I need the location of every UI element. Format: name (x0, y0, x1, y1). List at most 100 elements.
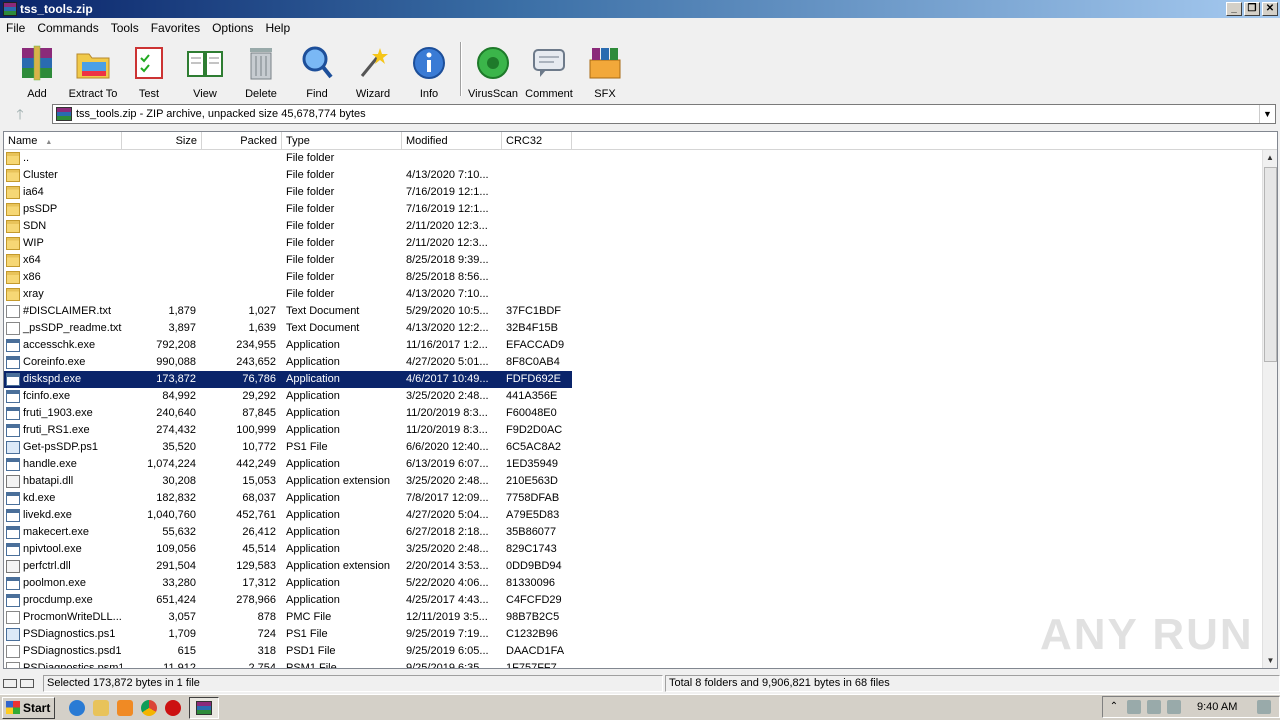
file-row[interactable]: Get-psSDP.ps1 35,520 10,772 PS1 File 6/6/202… (4, 439, 1264, 456)
opera-icon[interactable] (165, 699, 181, 716)
taskbar-winrar-button[interactable] (189, 696, 219, 719)
file-row[interactable]: x64 File folder 8/25/2018 9:39... (4, 252, 1264, 269)
toolbar-label: Info (419, 88, 439, 100)
file-name-cell: _psSDP_readme.txt (4, 320, 122, 337)
folder-icon (6, 186, 20, 199)
toolbar-find-button[interactable]: Find (289, 38, 345, 100)
file-packed: 129,583 (236, 560, 276, 572)
menu-commands[interactable]: Commands (31, 21, 104, 35)
column-size[interactable]: Size (122, 132, 202, 150)
column-name[interactable]: Name ▲ (4, 132, 122, 150)
close-button[interactable]: ✕ (1262, 2, 1278, 16)
address-dropdown-button[interactable]: ▼ (1259, 105, 1275, 123)
toolbar-sfx-button[interactable]: SFX (577, 38, 633, 100)
start-button[interactable]: Start (2, 696, 55, 719)
volume-icon[interactable] (1127, 700, 1141, 714)
file-row[interactable]: #DISCLAIMER.txt 1,879 1,027 Text Document 5/… (4, 303, 1264, 320)
menu-tools[interactable]: Tools (105, 21, 145, 35)
file-row[interactable]: Cluster File folder 4/13/2020 7:10... (4, 167, 1264, 184)
scroll-down-button[interactable]: ▼ (1263, 653, 1277, 668)
file-packed: 26,412 (242, 526, 276, 538)
toolbar-extract-to-button[interactable]: Extract To (65, 38, 121, 100)
file-row[interactable]: procdump.exe 651,424 278,966 Application 4/2… (4, 592, 1264, 609)
internet-explorer-icon[interactable] (69, 699, 85, 716)
file-packed: 68,037 (242, 492, 276, 504)
menu-file[interactable]: File (0, 21, 31, 35)
file-row[interactable]: .. File folder (4, 150, 1264, 167)
file-row[interactable]: diskspd.exe 173,872 76,786 Application 4/6/2… (4, 371, 1264, 388)
restore-button[interactable]: ❐ (1244, 2, 1260, 16)
toolbar-comment-button[interactable]: Comment (521, 38, 577, 100)
file-packed: 452,761 (236, 509, 276, 521)
file-row[interactable]: livekd.exe 1,040,760 452,761 Application 4/2… (4, 507, 1264, 524)
file-row[interactable]: fcinfo.exe 84,992 29,292 Application 3/25/20… (4, 388, 1264, 405)
toolbar-delete-button[interactable]: Delete (233, 38, 289, 100)
file-row[interactable]: perfctrl.dll 291,504 129,583 Application ex… (4, 558, 1264, 575)
column-modified[interactable]: Modified (402, 132, 502, 150)
file-row[interactable]: x86 File folder 8/25/2018 8:56... (4, 269, 1264, 286)
file-modified: 7/8/2017 12:09... (406, 492, 489, 504)
chrome-icon[interactable] (141, 699, 157, 716)
file-list[interactable]: Name ▲ Size Packed Type Modified CRC32 ..… (3, 131, 1278, 669)
vertical-scrollbar[interactable]: ▲ ▼ (1262, 150, 1277, 668)
up-folder-button[interactable]: 🡑 (0, 103, 40, 125)
key-icon[interactable] (20, 679, 34, 688)
file-row[interactable]: npivtool.exe 109,056 45,514 Application 3/25… (4, 541, 1264, 558)
file-crc32: FDFD692E (502, 371, 572, 388)
file-row[interactable]: WIP File folder 2/11/2020 12:3... (4, 235, 1264, 252)
file-modified: 6/6/2020 12:40... (406, 441, 489, 453)
file-row[interactable]: kd.exe 182,832 68,037 Application 7/8/2017 1… (4, 490, 1264, 507)
toolbar-info-button[interactable]: Info (401, 38, 457, 100)
media-player-icon[interactable] (117, 699, 133, 716)
file-row[interactable]: fruti_1903.exe 240,640 87,845 Application 11… (4, 405, 1264, 422)
file-size: 274,432 (156, 424, 196, 436)
file-row[interactable]: psSDP File folder 7/16/2019 12:1... (4, 201, 1264, 218)
file-row[interactable]: accesschk.exe 792,208 234,955 Application 11… (4, 337, 1264, 354)
scroll-thumb[interactable] (1264, 167, 1277, 362)
address-bar[interactable]: tss_tools.zip - ZIP archive, unpacked si… (52, 104, 1276, 124)
show-desktop-icon[interactable] (1257, 700, 1272, 714)
file-row[interactable]: Coreinfo.exe 990,088 243,652 Application 4/2… (4, 354, 1264, 371)
file-modified: 4/25/2017 4:43... (406, 594, 489, 606)
file-row[interactable]: poolmon.exe 33,280 17,312 Application 5/22/2… (4, 575, 1264, 592)
file-name-cell: hbatapi.dll (4, 473, 122, 490)
file-name: perfctrl.dll (23, 560, 71, 572)
file-row[interactable]: ia64 File folder 7/16/2019 12:1... (4, 184, 1264, 201)
file-row[interactable]: hbatapi.dll 30,208 15,053 Application exten… (4, 473, 1264, 490)
menu-favorites[interactable]: Favorites (145, 21, 206, 35)
scroll-up-button[interactable]: ▲ (1263, 150, 1277, 165)
column-crc32[interactable]: CRC32 (502, 132, 572, 150)
toolbar-virusscan-button[interactable]: VirusScan (465, 38, 521, 100)
file-row[interactable]: PSDiagnostics.psm1 11,912 2,754 PSM1 File 9/… (4, 660, 1264, 668)
toolbar-wizard-button[interactable]: Wizard (345, 38, 401, 100)
drive-icon[interactable] (3, 679, 17, 688)
explorer-folder-icon[interactable] (93, 699, 109, 716)
window-title: tss_tools.zip (20, 2, 93, 16)
action-center-flag-icon[interactable] (1167, 700, 1181, 714)
file-modified: 8/25/2018 8:56... (406, 271, 489, 283)
show-hidden-icons-button[interactable]: ⌃ (1107, 700, 1121, 714)
file-type: Application (286, 390, 340, 402)
file-name: x86 (23, 271, 41, 283)
file-size: 1,040,760 (147, 509, 196, 521)
file-row[interactable]: SDN File folder 2/11/2020 12:3... (4, 218, 1264, 235)
column-packed[interactable]: Packed (202, 132, 282, 150)
toolbar-view-button[interactable]: View (177, 38, 233, 100)
file-row[interactable]: xray File folder 4/13/2020 7:10... (4, 286, 1264, 303)
minimize-button[interactable]: _ (1226, 2, 1242, 16)
wizard-icon (354, 44, 392, 82)
menu-options[interactable]: Options (206, 21, 259, 35)
toolbar-add-button[interactable]: Add (9, 38, 65, 100)
clock[interactable]: 9:40 AM (1197, 701, 1237, 713)
toolbar-test-button[interactable]: Test (121, 38, 177, 100)
file-name-cell: handle.exe (4, 456, 122, 473)
file-name-cell: poolmon.exe (4, 575, 122, 592)
file-row[interactable]: _psSDP_readme.txt 3,897 1,639 Text Document… (4, 320, 1264, 337)
column-type[interactable]: Type (282, 132, 402, 150)
winrar-icon[interactable] (3, 2, 17, 16)
network-icon[interactable] (1147, 700, 1161, 714)
file-row[interactable]: fruti_RS1.exe 274,432 100,999 Application 11… (4, 422, 1264, 439)
file-row[interactable]: handle.exe 1,074,224 442,249 Application 6/1… (4, 456, 1264, 473)
menu-help[interactable]: Help (259, 21, 296, 35)
file-row[interactable]: makecert.exe 55,632 26,412 Application 6/27/… (4, 524, 1264, 541)
